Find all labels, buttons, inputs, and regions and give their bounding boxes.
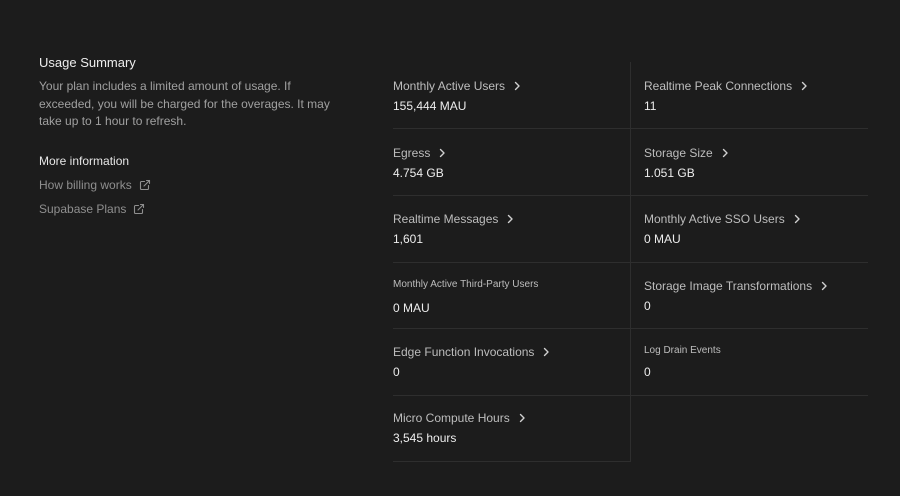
chevron-right-icon	[513, 81, 521, 91]
metric-edge-function-invocations: Edge Function Invocations 0	[393, 344, 630, 410]
monthly-active-sso-users-link[interactable]: Monthly Active SSO Users	[644, 211, 868, 227]
metric-value: 11	[644, 99, 657, 113]
metric-storage-image-transformations: Storage Image Transformations 0	[644, 278, 868, 344]
row-divider	[393, 461, 630, 462]
metric-value: 0 MAU	[393, 301, 430, 315]
metric-label: Realtime Messages	[393, 212, 499, 226]
chevron-right-icon	[518, 413, 526, 423]
metric-label: Storage Size	[644, 146, 713, 160]
metric-micro-compute-hours: Micro Compute Hours 3,545 hours	[393, 410, 630, 476]
micro-compute-hours-link[interactable]: Micro Compute Hours	[393, 410, 630, 426]
egress-link[interactable]: Egress	[393, 145, 630, 161]
metric-value: 4.754 GB	[393, 166, 444, 180]
storage-image-transformations-link[interactable]: Storage Image Transformations	[644, 278, 868, 294]
row-divider	[631, 328, 868, 329]
chevron-right-icon	[438, 148, 446, 158]
metric-label: Monthly Active Users	[393, 79, 506, 93]
row-divider	[393, 262, 630, 263]
metric-label: Edge Function Invocations	[393, 345, 535, 359]
metric-value: 0	[644, 299, 651, 313]
metric-storage-size: Storage Size 1.051 GB	[644, 145, 868, 211]
usage-summary-title: Usage Summary	[39, 55, 136, 70]
row-divider	[631, 395, 868, 396]
chevron-right-icon	[800, 81, 808, 91]
monthly-active-third-party-users-label: Monthly Active Third-Party Users	[393, 277, 630, 293]
row-divider	[393, 395, 630, 396]
metric-realtime-messages: Realtime Messages 1,601	[393, 211, 630, 277]
storage-size-link[interactable]: Storage Size	[644, 145, 868, 161]
row-divider	[631, 128, 868, 129]
usage-summary-panel: Usage Summary Your plan includes a limit…	[39, 54, 349, 217]
row-divider	[631, 195, 868, 196]
chevron-right-icon	[721, 148, 729, 158]
chevron-right-icon	[793, 214, 801, 224]
realtime-peak-connections-link[interactable]: Realtime Peak Connections	[644, 78, 868, 94]
chevron-right-icon	[506, 214, 514, 224]
metric-egress: Egress 4.754 GB	[393, 145, 630, 211]
metric-value: 0 MAU	[644, 232, 681, 246]
row-divider	[393, 128, 630, 129]
log-drain-events-label: Log Drain Events	[644, 343, 868, 359]
chevron-right-icon	[542, 347, 550, 357]
metric-label: Egress	[393, 146, 431, 160]
metric-monthly-active-sso-users: Monthly Active SSO Users 0 MAU	[644, 211, 868, 277]
usage-summary-description: Your plan includes a limited amount of u…	[39, 79, 330, 128]
metric-value: 1.051 GB	[644, 166, 695, 180]
monthly-active-users-link[interactable]: Monthly Active Users	[393, 78, 630, 94]
metric-value: 155,444 MAU	[393, 99, 467, 113]
supabase-plans-label: Supabase Plans	[39, 201, 127, 216]
metric-label: Monthly Active Third-Party Users	[393, 279, 539, 290]
metric-value: 3,545 hours	[393, 431, 457, 445]
metric-label: Storage Image Transformations	[644, 279, 813, 293]
external-link-icon	[133, 203, 145, 215]
row-divider	[631, 262, 868, 263]
row-divider	[393, 328, 630, 329]
realtime-messages-link[interactable]: Realtime Messages	[393, 211, 630, 227]
usage-metrics-grid: Monthly Active Users 155,444 MAU Realtim…	[393, 62, 868, 462]
how-billing-works-link[interactable]: How billing works	[39, 178, 349, 193]
more-information-heading: More information	[39, 153, 130, 168]
how-billing-works-label: How billing works	[39, 177, 132, 192]
metric-log-drain-events: Log Drain Events 0	[644, 343, 868, 409]
metric-label: Monthly Active SSO Users	[644, 212, 785, 226]
metric-monthly-active-third-party-users: Monthly Active Third-Party Users 0 MAU	[393, 277, 630, 343]
metric-value: 0	[644, 365, 651, 379]
row-divider	[393, 195, 630, 196]
edge-function-invocations-link[interactable]: Edge Function Invocations	[393, 344, 630, 360]
metric-label: Realtime Peak Connections	[644, 79, 793, 93]
supabase-plans-link[interactable]: Supabase Plans	[39, 202, 349, 217]
metric-monthly-active-users: Monthly Active Users 155,444 MAU	[393, 78, 630, 144]
external-link-icon	[139, 179, 151, 191]
metric-realtime-peak-connections: Realtime Peak Connections 11	[644, 78, 868, 144]
metric-label: Log Drain Events	[644, 345, 721, 356]
chevron-right-icon	[820, 281, 828, 291]
metric-value: 1,601	[393, 232, 424, 246]
metric-value: 0	[393, 365, 400, 379]
metric-label: Micro Compute Hours	[393, 411, 510, 425]
